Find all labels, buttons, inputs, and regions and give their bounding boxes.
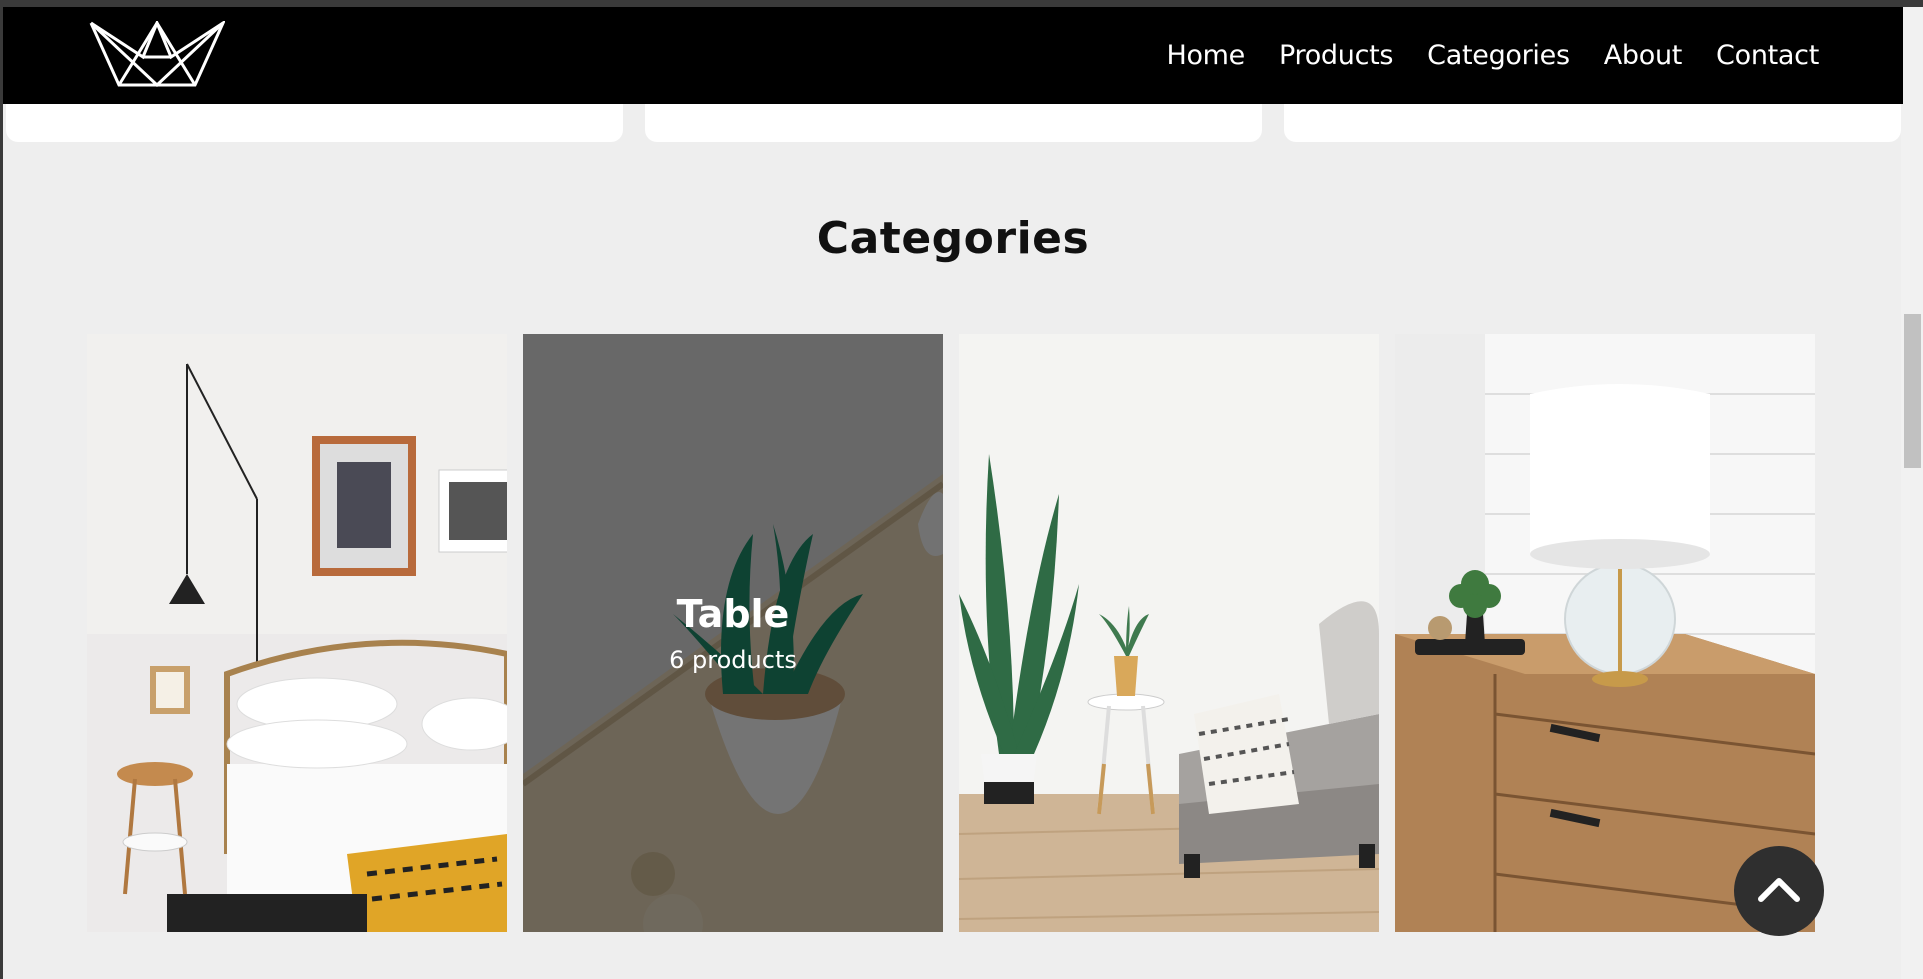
category-tile-dresser[interactable] xyxy=(1395,334,1815,932)
categories-heading: Categories xyxy=(816,213,1090,264)
crown-logo-icon[interactable] xyxy=(89,18,227,88)
dresser-lamp-photo xyxy=(1395,334,1815,932)
category-tile-table[interactable]: Table 6 products xyxy=(523,334,943,932)
back-to-top-button[interactable] xyxy=(1734,846,1824,936)
living-room-photo xyxy=(959,334,1379,932)
category-overlay: Table 6 products xyxy=(523,334,943,932)
category-tile-living-room[interactable] xyxy=(959,334,1379,932)
chevron-up-icon xyxy=(1757,875,1801,907)
nav-contact-link[interactable]: Contact xyxy=(1716,40,1819,71)
navbar: Home Products Categories About Contact xyxy=(3,7,1903,104)
bedroom-photo xyxy=(87,334,507,932)
category-product-count: 6 products xyxy=(669,646,797,674)
scrollbar-thumb[interactable] xyxy=(1904,314,1921,468)
category-tile-bedroom[interactable] xyxy=(87,334,507,932)
category-name: Table xyxy=(676,592,790,636)
page-scrollbar[interactable] xyxy=(1901,7,1923,979)
previous-section-cards xyxy=(3,84,1903,142)
nav-categories-link[interactable]: Categories xyxy=(1427,40,1570,71)
nav-about-link[interactable]: About xyxy=(1604,40,1683,71)
nav-home-link[interactable]: Home xyxy=(1166,40,1245,71)
nav-products-link[interactable]: Products xyxy=(1279,40,1393,71)
main-nav: Home Products Categories About Contact xyxy=(1166,7,1819,104)
